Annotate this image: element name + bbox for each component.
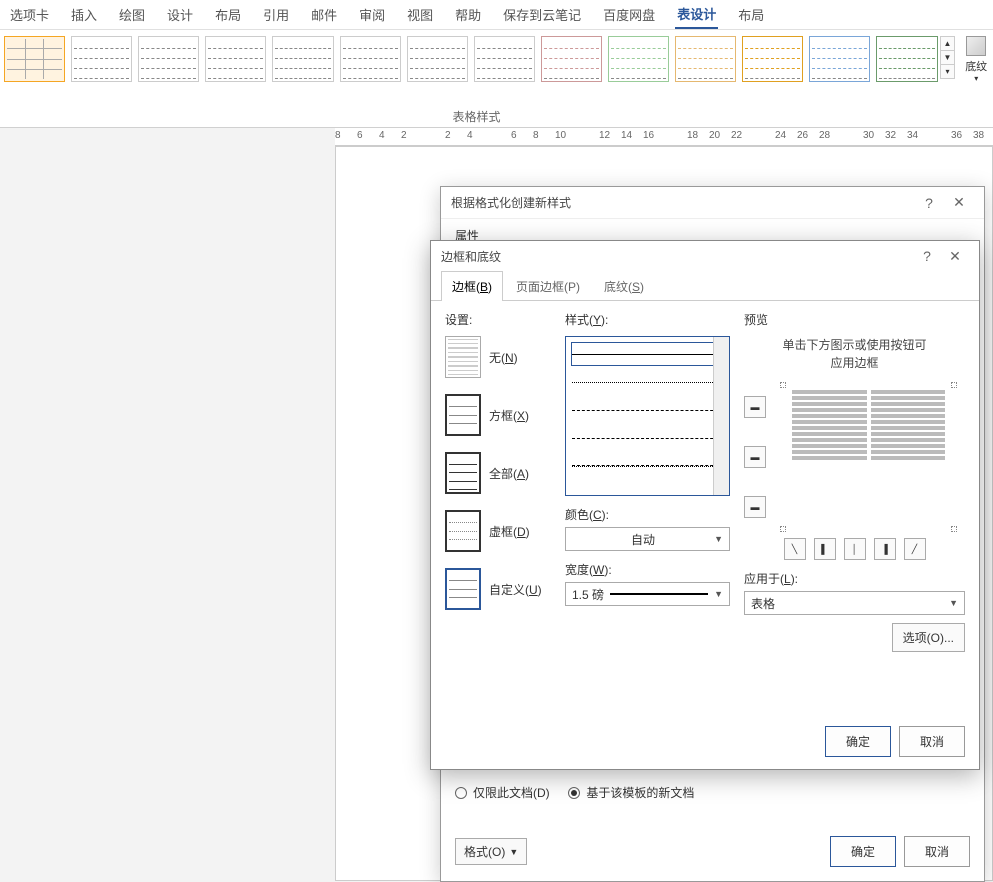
style-label: 样式(Y): [565, 311, 730, 328]
radio-doc-only[interactable] [455, 787, 467, 799]
table-style-thumb[interactable] [742, 36, 803, 82]
tab-layout[interactable]: 布局 [213, 1, 243, 28]
cancel-button[interactable]: 取消 [899, 726, 965, 757]
ribbon-content: ▲ ▼ ▾ 底纹 ▾ 表格样式 [0, 30, 993, 128]
setting-box[interactable]: 方框(X) [445, 394, 565, 436]
tab-table-layout[interactable]: 布局 [736, 1, 766, 28]
gallery-scroll: ▲ ▼ ▾ [940, 36, 956, 78]
scrollbar[interactable] [713, 337, 729, 495]
close-button[interactable]: ✕ [941, 248, 969, 265]
radio-template-label: 基于该模板的新文档 [586, 784, 694, 801]
table-style-thumb[interactable] [205, 36, 266, 82]
tab-draw[interactable]: 绘图 [117, 1, 147, 28]
table-style-thumb[interactable] [340, 36, 401, 82]
shading-button[interactable]: 底纹 ▾ [963, 36, 989, 83]
gallery-down[interactable]: ▼ [940, 50, 956, 65]
border-right-btn[interactable]: ▐ [874, 538, 896, 560]
setting-none[interactable]: 无(N) [445, 336, 565, 378]
paint-bucket-icon [966, 36, 986, 56]
tab-options[interactable]: 选项卡 [8, 1, 51, 28]
tab-border[interactable]: 边框(B) [441, 271, 503, 301]
tab-baidu[interactable]: 百度网盘 [601, 1, 657, 28]
dialog-tabs: 边框(B) 页面边框(P) 底纹(S) [431, 271, 979, 301]
table-style-thumb[interactable] [541, 36, 602, 82]
preview-hint: 单击下方图示或使用按钮可应用边框 [744, 336, 965, 372]
setting-grid[interactable]: 虚框(D) [445, 510, 565, 552]
table-style-thumb[interactable] [4, 36, 65, 82]
setting-all[interactable]: 全部(A) [445, 452, 565, 494]
table-style-thumb[interactable] [675, 36, 736, 82]
apply-dropdown[interactable]: 表格▼ [744, 591, 965, 615]
table-style-thumb[interactable] [272, 36, 333, 82]
preview-sample[interactable] [780, 382, 957, 532]
radio-template[interactable] [568, 787, 580, 799]
gallery-up[interactable]: ▲ [940, 36, 956, 51]
width-dropdown[interactable]: 1.5 磅▼ [565, 582, 730, 606]
style-solid[interactable] [572, 343, 723, 365]
tab-design[interactable]: 设计 [165, 1, 195, 28]
shading-label: 底纹 [965, 58, 987, 74]
tab-save-cloud[interactable]: 保存到云笔记 [501, 1, 583, 28]
table-style-thumb[interactable] [138, 36, 199, 82]
style-dashed-m[interactable] [572, 427, 723, 449]
dialog-title: 根据格式化创建新样式 [451, 194, 571, 211]
color-label: 颜色(C): [565, 506, 730, 523]
close-button[interactable]: ✕ [944, 194, 974, 211]
color-dropdown[interactable]: 自动▼ [565, 527, 730, 551]
tab-page-border[interactable]: 页面边框(P) [505, 271, 591, 301]
border-bot-btn[interactable]: ▬ [744, 496, 766, 518]
dialog-title: 边框和底纹 [441, 248, 501, 265]
style-dashed-s[interactable] [572, 399, 723, 421]
radio-doc-only-label: 仅限此文档(D) [473, 784, 550, 801]
apply-label: 应用于(L): [744, 570, 965, 587]
table-style-thumb[interactable] [809, 36, 870, 82]
setting-custom[interactable]: 自定义(U) [445, 568, 565, 610]
ok-button[interactable]: 确定 [825, 726, 891, 757]
border-mid-btn[interactable]: ▬ [744, 446, 766, 468]
horizontal-ruler[interactable]: 86422468101214161820222426283032343638 [335, 128, 993, 146]
tab-insert[interactable]: 插入 [69, 1, 99, 28]
tab-help[interactable]: 帮助 [453, 1, 483, 28]
ribbon-tabs: 选项卡 插入 绘图 设计 布局 引用 邮件 审阅 视图 帮助 保存到云笔记 百度… [0, 0, 993, 30]
border-vmid-btn[interactable]: │ [844, 538, 866, 560]
help-button[interactable]: ? [913, 248, 941, 264]
tab-references[interactable]: 引用 [261, 1, 291, 28]
preview-label: 预览 [744, 311, 965, 328]
borders-shading-dialog: 边框和底纹 ? ✕ 边框(B) 页面边框(P) 底纹(S) 设置: 无(N) 方… [430, 240, 980, 770]
table-style-thumb[interactable] [876, 36, 937, 82]
tab-mail[interactable]: 邮件 [309, 1, 339, 28]
tab-review[interactable]: 审阅 [357, 1, 387, 28]
help-button[interactable]: ? [914, 195, 944, 211]
table-style-thumb[interactable] [608, 36, 669, 82]
format-dropdown[interactable]: 格式(O)▼ [455, 838, 527, 865]
table-style-thumb[interactable] [407, 36, 468, 82]
tab-view[interactable]: 视图 [405, 1, 435, 28]
table-style-thumb[interactable] [71, 36, 132, 82]
border-diag1-btn[interactable]: ╲ [784, 538, 806, 560]
cancel-button[interactable]: 取消 [904, 836, 970, 867]
style-listbox[interactable] [565, 336, 730, 496]
border-top-btn[interactable]: ▬ [744, 396, 766, 418]
style-dotted[interactable] [572, 371, 723, 393]
ribbon-group-label: 表格样式 [0, 108, 953, 125]
border-diag2-btn[interactable]: ╱ [904, 538, 926, 560]
style-dashdot[interactable] [572, 455, 723, 477]
options-button[interactable]: 选项(O)... [892, 623, 965, 652]
tab-table-design[interactable]: 表设计 [675, 0, 718, 29]
gallery-more[interactable]: ▾ [940, 64, 956, 79]
table-style-thumb[interactable] [474, 36, 535, 82]
width-label: 宽度(W): [565, 561, 730, 578]
settings-label: 设置: [445, 311, 565, 328]
table-styles-gallery [4, 36, 938, 82]
tab-shading[interactable]: 底纹(S) [593, 271, 655, 301]
border-left-btn[interactable]: ▌ [814, 538, 836, 560]
ok-button[interactable]: 确定 [830, 836, 896, 867]
